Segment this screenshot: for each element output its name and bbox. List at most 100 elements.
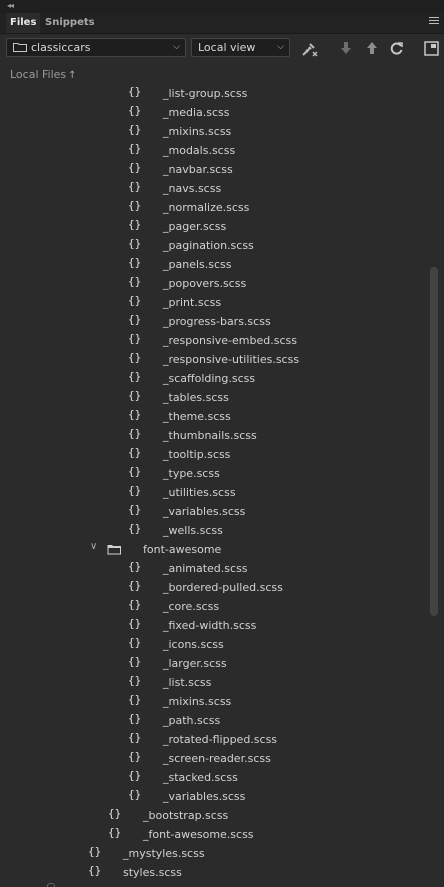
scss-file-icon: {}: [128, 180, 142, 193]
file-row[interactable]: {} _animated.scss: [0, 559, 428, 578]
folder-icon: [13, 43, 27, 52]
scss-file-icon: {}: [128, 313, 142, 326]
scss-file-icon: {}: [128, 769, 142, 782]
collapse-panel-icon[interactable]: ◂◂: [7, 1, 14, 10]
scss-file-icon: {}: [128, 408, 142, 421]
scss-file-icon: {}: [128, 788, 142, 801]
file-name: _utilities.scss: [163, 486, 236, 499]
scss-file-icon: {}: [128, 199, 142, 212]
file-name: _wells.scss: [163, 524, 223, 537]
file-name: _pagination.scss: [163, 239, 254, 252]
file-row[interactable]: {} _variables.scss: [0, 787, 428, 806]
scss-file-icon: {}: [128, 503, 142, 516]
scss-file-icon: {}: [128, 104, 142, 117]
file-row[interactable]: {} _list-group.scss: [0, 84, 428, 103]
file-name: _larger.scss: [163, 657, 227, 670]
file-row[interactable]: {} _popovers.scss: [0, 274, 428, 293]
scss-file-icon: {}: [128, 560, 142, 573]
put-icon[interactable]: [364, 41, 380, 57]
file-row[interactable]: {} _utilities.scss: [0, 483, 428, 502]
file-row[interactable]: {} _responsive-embed.scss: [0, 331, 428, 350]
file-name: _tooltip.scss: [163, 448, 231, 461]
file-row[interactable]: {} _stacked.scss: [0, 768, 428, 787]
expand-icon[interactable]: [423, 41, 439, 57]
file-row[interactable]: {} _icons.scss: [0, 635, 428, 654]
file-row[interactable]: {} _mixins.scss: [0, 692, 428, 711]
file-name: _mystyles.scss: [123, 847, 205, 860]
panel-top-strip: ◂◂: [0, 0, 444, 13]
file-name: _navs.scss: [163, 182, 222, 195]
panel-menu-icon[interactable]: [429, 17, 439, 28]
refresh-icon[interactable]: [388, 41, 404, 57]
file-row[interactable]: {} _variables.scss: [0, 502, 428, 521]
file-row[interactable]: {} _modals.scss: [0, 141, 428, 160]
file-row[interactable]: {} _print.scss: [0, 293, 428, 312]
file-row[interactable]: {} _media.scss: [0, 103, 428, 122]
file-row[interactable]: {} _navbar.scss: [0, 160, 428, 179]
file-name: _pager.scss: [163, 220, 227, 233]
file-row[interactable]: {} _larger.scss: [0, 654, 428, 673]
file-row[interactable]: {} _wells.scss: [0, 521, 428, 540]
file-name: _progress-bars.scss: [163, 315, 271, 328]
file-row[interactable]: {} _bootstrap.scss: [0, 806, 428, 825]
file-row[interactable]: {} _tooltip.scss: [0, 445, 428, 464]
tab-snippets[interactable]: Snippets: [41, 13, 99, 33]
chevron-down-icon[interactable]: ∨: [90, 541, 97, 552]
file-row[interactable]: {} _progress-bars.scss: [0, 312, 428, 331]
file-row[interactable]: {} _font-awesome.scss: [0, 825, 428, 844]
scss-file-icon: {}: [128, 693, 142, 706]
scss-file-icon: {}: [128, 579, 142, 592]
site-select[interactable]: classiccars ⌵: [6, 38, 186, 57]
file-row[interactable]: {} _panels.scss: [0, 255, 428, 274]
scroll-stub: [47, 883, 55, 887]
file-tree: {} _list-group.scss {} _media.scss {} _mixins…: [0, 84, 428, 887]
file-name: _responsive-utilities.scss: [163, 353, 300, 366]
file-row[interactable]: {} _tables.scss: [0, 388, 428, 407]
scss-file-icon: {}: [128, 389, 142, 402]
file-name: _variables.scss: [163, 790, 246, 803]
file-row[interactable]: {} styles.scss: [0, 863, 428, 882]
file-row[interactable]: {} _fixed-width.scss: [0, 616, 428, 635]
file-name: _variables.scss: [163, 505, 246, 518]
file-name: _list-group.scss: [163, 87, 248, 100]
scss-file-icon: {}: [128, 427, 142, 440]
file-name: _scaffolding.scss: [163, 372, 256, 385]
tree-scrollbar[interactable]: [428, 84, 444, 887]
site-select-value: classiccars: [31, 41, 91, 54]
file-row[interactable]: {} _pager.scss: [0, 217, 428, 236]
file-row[interactable]: {} _normalize.scss: [0, 198, 428, 217]
file-name: _core.scss: [163, 600, 220, 613]
files-header[interactable]: Local Files ↑: [0, 64, 444, 84]
tab-files[interactable]: Files: [6, 13, 41, 33]
file-name: styles.scss: [123, 866, 182, 879]
scss-file-icon: {}: [128, 636, 142, 649]
file-row[interactable]: {} _theme.scss: [0, 407, 428, 426]
scrollbar-thumb[interactable]: [430, 267, 438, 616]
folder-row[interactable]: ∨ font-awesome: [0, 540, 428, 559]
file-row[interactable]: {} _screen-reader.scss: [0, 749, 428, 768]
file-row[interactable]: {} _type.scss: [0, 464, 428, 483]
file-row[interactable]: {} _mystyles.scss: [0, 844, 428, 863]
connect-icon[interactable]: [301, 41, 318, 57]
view-select[interactable]: Local view ⌵: [191, 38, 290, 57]
file-row[interactable]: {} _mixins.scss: [0, 122, 428, 141]
file-row[interactable]: {} _navs.scss: [0, 179, 428, 198]
file-row[interactable]: {} _pagination.scss: [0, 236, 428, 255]
local-files-label[interactable]: Local Files ↑: [10, 68, 77, 81]
get-icon[interactable]: [338, 41, 354, 57]
file-name: _navbar.scss: [163, 163, 233, 176]
sort-ascending-icon[interactable]: ↑: [68, 70, 76, 81]
file-row[interactable]: {} _bordered-pulled.scss: [0, 578, 428, 597]
scss-file-icon: {}: [128, 446, 142, 459]
scss-file-icon: {}: [128, 465, 142, 478]
file-row[interactable]: {} _thumbnails.scss: [0, 426, 428, 445]
chevron-down-icon: ⌵: [173, 42, 180, 52]
file-row[interactable]: {} _responsive-utilities.scss: [0, 350, 428, 369]
file-row[interactable]: {} _scaffolding.scss: [0, 369, 428, 388]
scss-file-icon: {}: [128, 750, 142, 763]
file-row[interactable]: {} _core.scss: [0, 597, 428, 616]
file-name: _path.scss: [163, 714, 221, 727]
file-row[interactable]: {} _list.scss: [0, 673, 428, 692]
file-row[interactable]: {} _rotated-flipped.scss: [0, 730, 428, 749]
file-row[interactable]: {} _path.scss: [0, 711, 428, 730]
